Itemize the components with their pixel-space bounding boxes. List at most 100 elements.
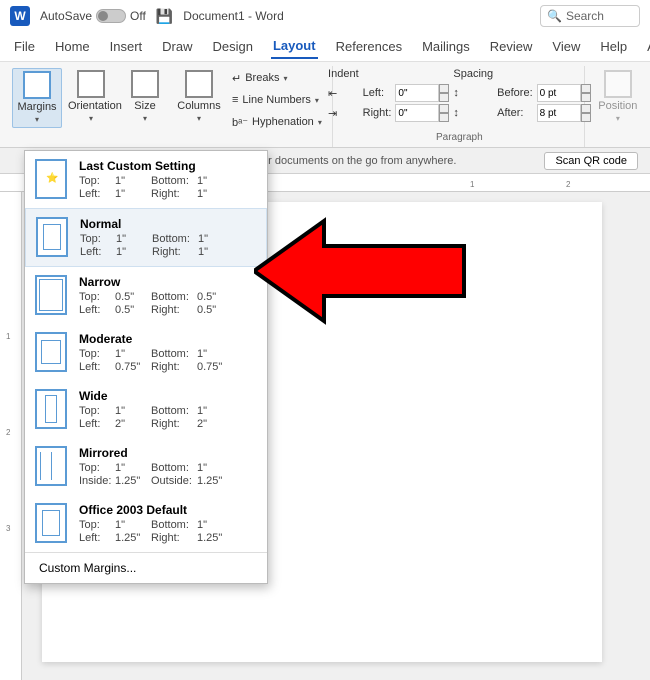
- before-label: Before:: [497, 87, 532, 99]
- chevron-down-icon: ▾: [197, 114, 201, 123]
- search-placeholder: Search: [566, 9, 604, 23]
- after-label: After:: [497, 107, 532, 119]
- line-numbers-icon: ≡: [232, 94, 238, 106]
- line-numbers-button[interactable]: ≡Line Numbers▾: [228, 90, 326, 110]
- chevron-down-icon: ▾: [283, 74, 287, 83]
- breaks-icon: ↵: [232, 72, 241, 85]
- margin-thumb-icon: [35, 332, 67, 372]
- orientation-label: Orientation: [68, 100, 122, 112]
- tab-review[interactable]: Review: [488, 35, 535, 58]
- size-label: Size: [134, 100, 155, 112]
- indent-right-icon: ⇥: [328, 107, 359, 120]
- margin-thumb-icon: [35, 503, 67, 543]
- margins-button[interactable]: Margins ▾: [12, 68, 62, 128]
- margin-thumb-icon: [35, 446, 67, 486]
- margin-option-wide[interactable]: WideTop:1"Bottom:1"Left:2"Right:2": [25, 381, 267, 438]
- paragraph-group: Indent Spacing ⇤ Left: ↕ Before: ⇥ Right…: [335, 66, 585, 147]
- spacing-after-input[interactable]: [537, 104, 581, 122]
- chevron-down-icon: ▾: [318, 118, 322, 127]
- arrange-group: Position ▾: [587, 66, 649, 147]
- orientation-icon: [77, 70, 105, 98]
- chevron-down-icon: ▾: [89, 114, 93, 123]
- spinner-icon[interactable]: [439, 84, 449, 102]
- margin-option-name: Office 2003 Default: [79, 503, 257, 517]
- spinner-icon[interactable]: [439, 104, 449, 122]
- tab-acro[interactable]: Acro: [645, 35, 650, 58]
- margin-option-name: Wide: [79, 389, 257, 403]
- spacing-before-icon: ↕: [453, 87, 493, 99]
- tab-design[interactable]: Design: [211, 35, 255, 58]
- vertical-ruler[interactable]: 123: [0, 192, 22, 680]
- margins-icon: [23, 71, 51, 99]
- size-button[interactable]: Size ▾: [120, 68, 170, 126]
- columns-button[interactable]: Columns ▾: [174, 68, 224, 126]
- scan-qr-button[interactable]: Scan QR code: [544, 152, 638, 170]
- margins-label: Margins: [17, 101, 56, 113]
- margin-thumb-icon: [35, 275, 67, 315]
- page-setup-group: Margins▾ Orientation▾ Size▾ Columns▾ ↵Br…: [6, 66, 333, 147]
- spacing-after-icon: ↕: [453, 107, 493, 119]
- tab-view[interactable]: View: [550, 35, 582, 58]
- margin-option-mirrored[interactable]: MirroredTop:1"Bottom:1"Inside:1.25"Outsi…: [25, 438, 267, 495]
- indent-left-icon: ⇤: [328, 87, 359, 100]
- tab-home[interactable]: Home: [53, 35, 92, 58]
- position-button[interactable]: Position ▾: [593, 68, 643, 126]
- tab-insert[interactable]: Insert: [108, 35, 145, 58]
- margin-thumb-icon: [36, 217, 68, 257]
- margin-option-name: Narrow: [79, 275, 257, 289]
- autosave-toggle[interactable]: AutoSave Off: [40, 9, 146, 23]
- margin-option-last-custom-setting[interactable]: Last Custom SettingTop:1"Bottom:1"Left:1…: [25, 151, 267, 208]
- margin-option-name: Normal: [80, 217, 256, 231]
- indent-right-input[interactable]: [395, 104, 439, 122]
- margin-thumb-icon: [35, 389, 67, 429]
- title-bar: W AutoSave Off 💾 Document1 - Word 🔍 Sear…: [0, 0, 650, 32]
- spacing-heading: Spacing: [453, 68, 493, 82]
- columns-label: Columns: [177, 100, 220, 112]
- save-icon[interactable]: 💾: [156, 8, 173, 25]
- indent-heading: Indent: [328, 68, 359, 82]
- margins-dropdown-menu: Last Custom SettingTop:1"Bottom:1"Left:1…: [24, 150, 268, 584]
- position-label: Position: [598, 100, 637, 112]
- hyphenation-icon: bᵃ⁻: [232, 116, 248, 129]
- left-label: Left:: [363, 87, 392, 99]
- search-input[interactable]: 🔍 Search: [540, 5, 640, 27]
- margin-option-narrow[interactable]: NarrowTop:0.5"Bottom:0.5"Left:0.5"Right:…: [25, 267, 267, 324]
- margin-option-name: Last Custom Setting: [79, 159, 257, 173]
- chevron-down-icon: ▾: [315, 96, 319, 105]
- hyphenation-button[interactable]: bᵃ⁻Hyphenation▾: [228, 112, 326, 132]
- chevron-down-icon: ▾: [35, 115, 39, 124]
- margin-option-moderate[interactable]: ModerateTop:1"Bottom:1"Left:0.75"Right:0…: [25, 324, 267, 381]
- spacing-before-input[interactable]: [537, 84, 581, 102]
- position-icon: [604, 70, 632, 98]
- indent-left-input[interactable]: [395, 84, 439, 102]
- chevron-down-icon: ▾: [143, 114, 147, 123]
- margin-option-name: Mirrored: [79, 446, 257, 460]
- tab-help[interactable]: Help: [598, 35, 629, 58]
- toggle-pill-icon[interactable]: [96, 9, 126, 23]
- tab-mailings[interactable]: Mailings: [420, 35, 472, 58]
- autosave-label: AutoSave: [40, 9, 92, 23]
- right-label: Right:: [363, 107, 392, 119]
- info-message: ur documents on the go from anywhere.: [262, 155, 456, 167]
- breaks-button[interactable]: ↵Breaks▾: [228, 68, 326, 88]
- tab-draw[interactable]: Draw: [160, 35, 194, 58]
- columns-icon: [185, 70, 213, 98]
- margin-thumb-icon: [35, 159, 67, 199]
- margin-option-name: Moderate: [79, 332, 257, 346]
- word-logo-icon: W: [10, 6, 30, 26]
- tab-layout[interactable]: Layout: [271, 34, 318, 59]
- document-title: Document1 - Word: [183, 9, 283, 23]
- search-icon: 🔍: [547, 9, 562, 23]
- paragraph-group-label: Paragraph: [436, 132, 483, 145]
- custom-margins-button[interactable]: Custom Margins...: [25, 552, 267, 583]
- autosave-state: Off: [130, 9, 146, 23]
- size-icon: [131, 70, 159, 98]
- tab-file[interactable]: File: [12, 35, 37, 58]
- orientation-button[interactable]: Orientation▾: [66, 68, 116, 126]
- ribbon: Margins▾ Orientation▾ Size▾ Columns▾ ↵Br…: [0, 62, 650, 148]
- margin-option-office-2003-default[interactable]: Office 2003 DefaultTop:1"Bottom:1"Left:1…: [25, 495, 267, 552]
- ribbon-tabs: File Home Insert Draw Design Layout References…: [0, 32, 650, 62]
- margin-option-normal[interactable]: NormalTop:1"Bottom:1"Left:1"Right:1": [25, 208, 267, 267]
- tab-references[interactable]: References: [334, 35, 404, 58]
- chevron-down-icon: ▾: [616, 114, 620, 123]
